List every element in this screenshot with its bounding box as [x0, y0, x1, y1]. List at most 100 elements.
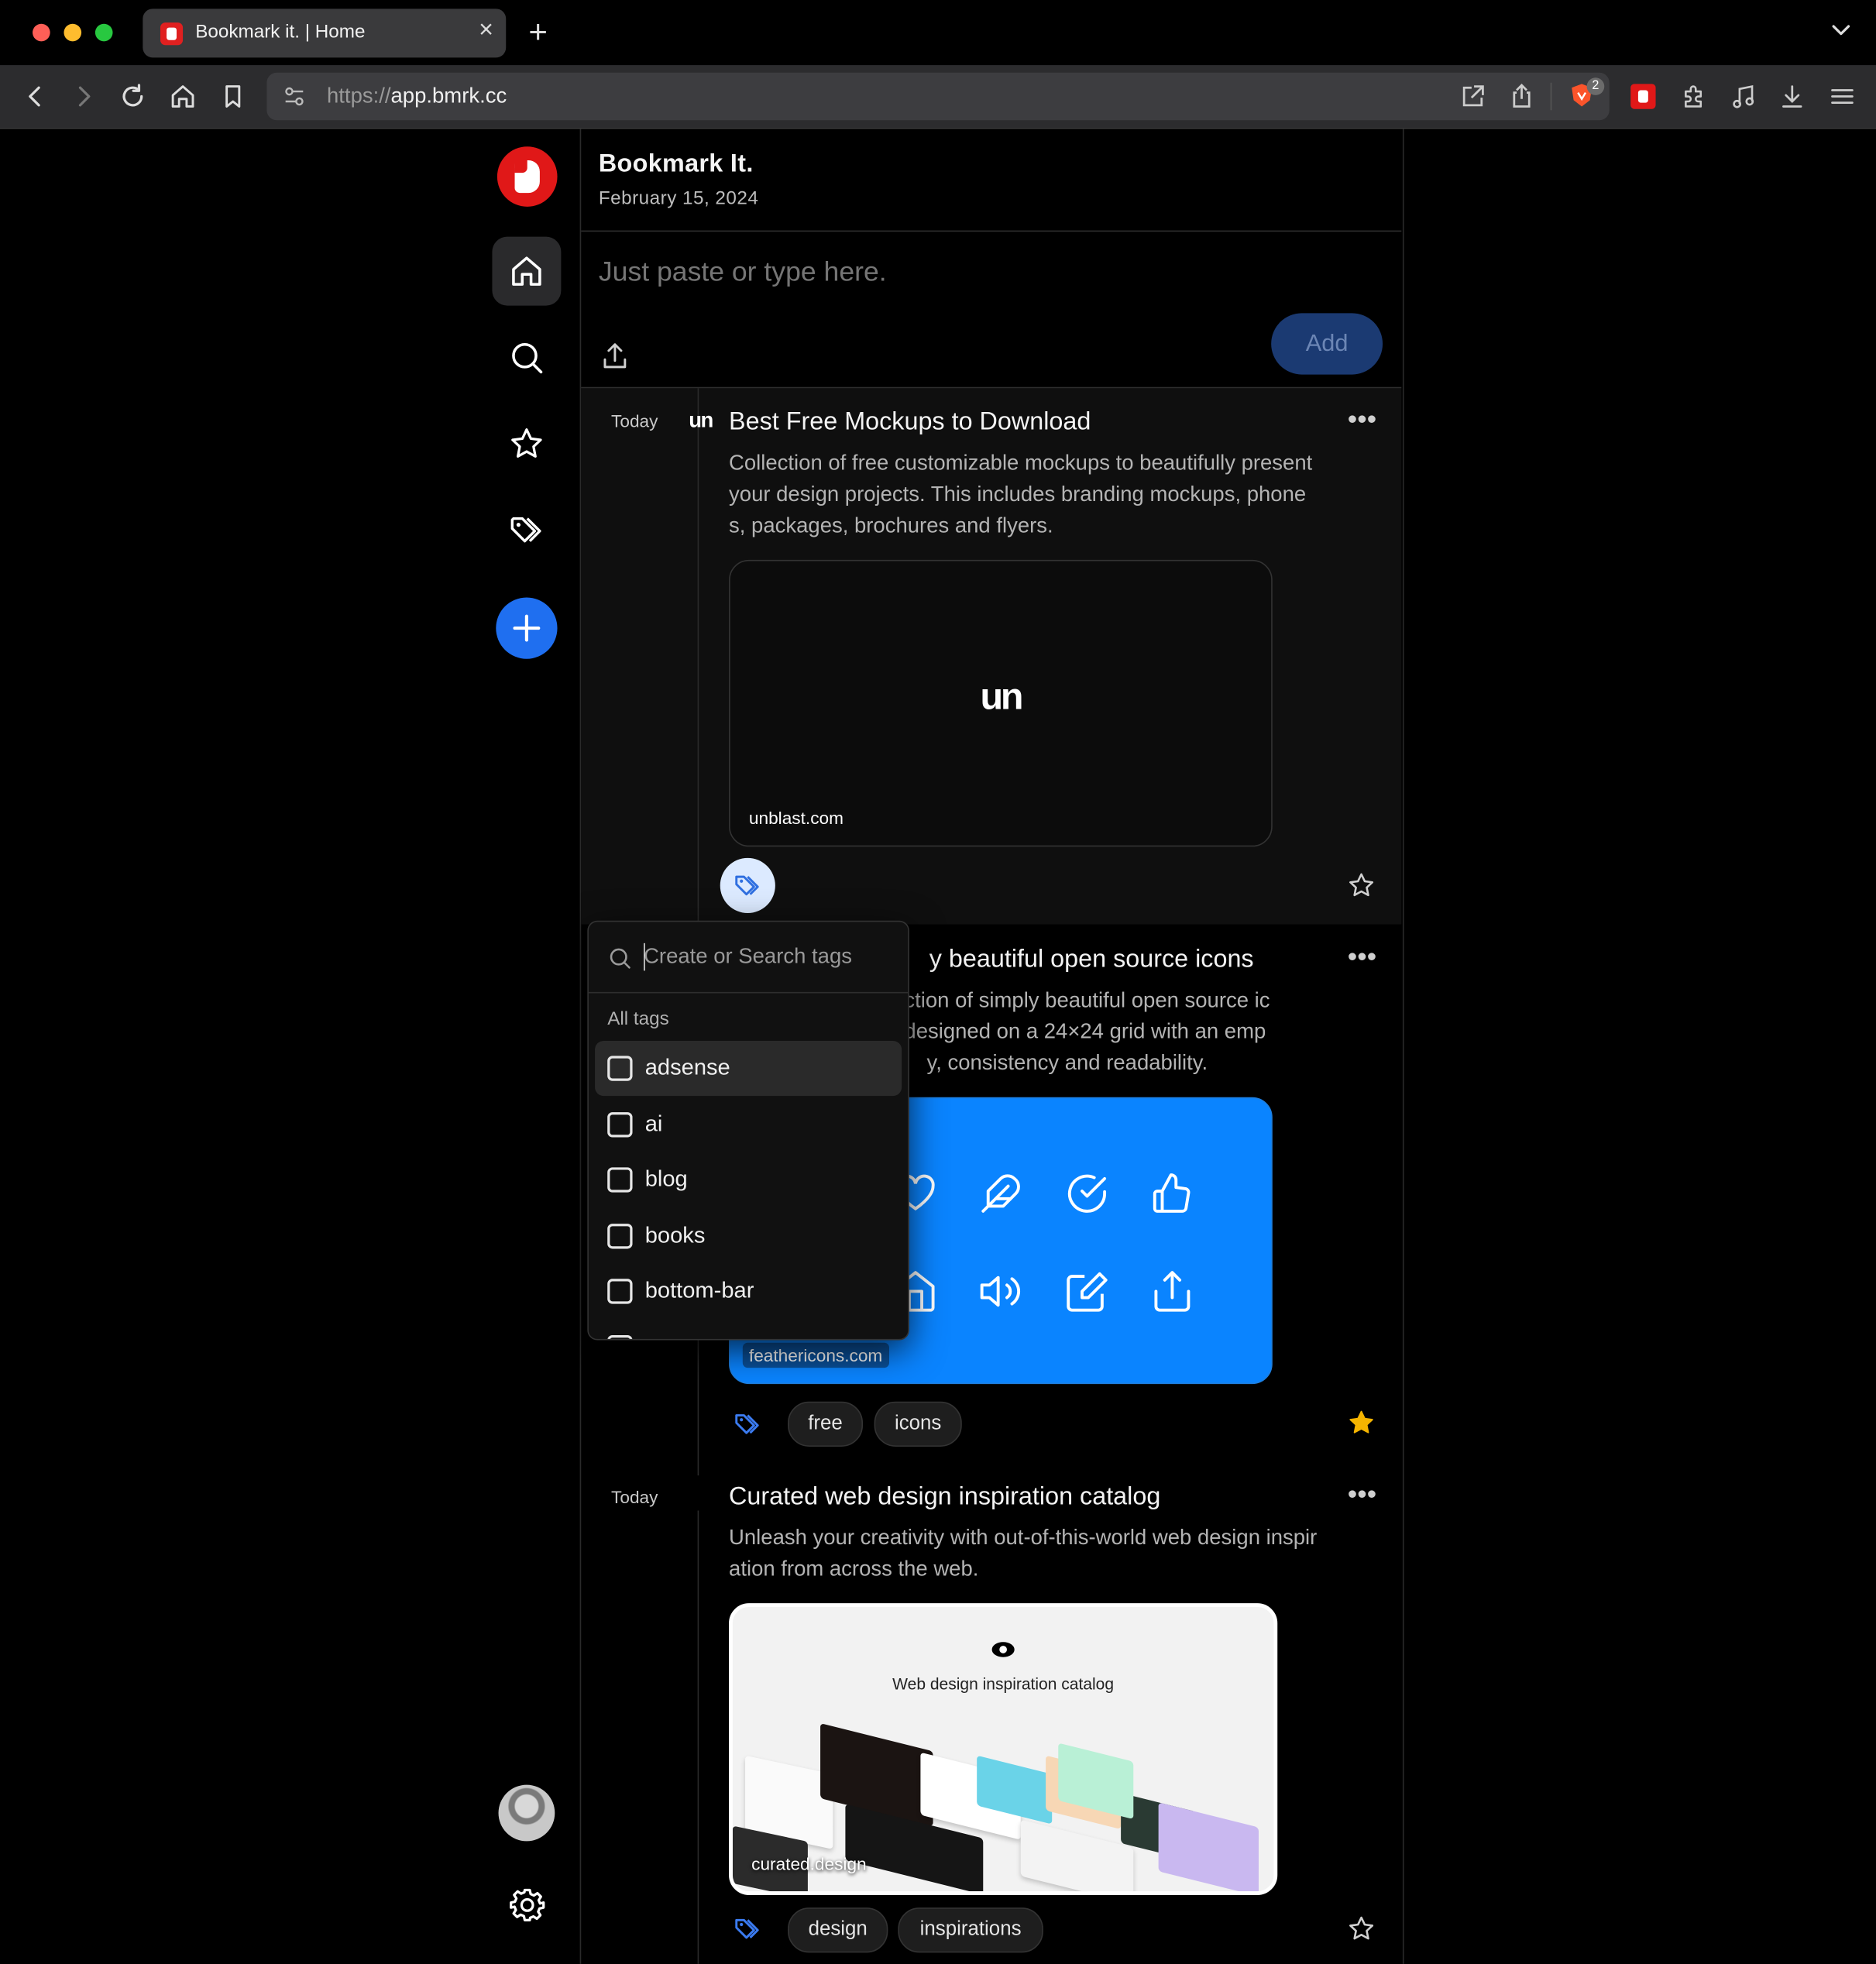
add-tag-button[interactable] — [720, 857, 775, 914]
more-options-icon[interactable]: ••• — [1348, 943, 1376, 970]
description-line: designed on a 24×24 grid with an emp — [904, 1019, 1266, 1044]
timeline-line — [697, 1510, 699, 1964]
checkbox[interactable] — [607, 1167, 633, 1193]
bookmark-title[interactable]: y beautiful open source icons — [929, 946, 1254, 974]
sidebar-favorites-button[interactable] — [492, 410, 561, 479]
extensions-icon[interactable] — [1679, 83, 1707, 111]
site-settings-icon[interactable] — [282, 84, 307, 108]
window-minimize-button[interactable] — [64, 23, 82, 42]
checkbox[interactable] — [607, 1224, 633, 1249]
sidebar-search-button[interactable] — [492, 323, 561, 392]
new-tab-button[interactable]: + — [528, 12, 548, 50]
bookmark-title[interactable]: Best Free Mockups to Download — [729, 408, 1091, 437]
header-divider — [581, 230, 1402, 232]
toolbar-divider — [1550, 82, 1552, 111]
reload-icon[interactable] — [119, 83, 147, 111]
feather-icon — [981, 1174, 1020, 1213]
tag-option-adsense[interactable]: adsense — [595, 1040, 902, 1097]
shields-count-badge: 2 — [1586, 77, 1605, 95]
download-icon[interactable] — [1778, 83, 1806, 111]
tag-chip[interactable]: icons — [874, 1401, 962, 1447]
tag-option-label: adsense — [644, 1054, 730, 1080]
url-scheme: https:// — [327, 84, 391, 108]
checkbox[interactable] — [607, 1279, 633, 1304]
tag-option-bottom-bar[interactable]: bottom-bar — [595, 1264, 902, 1319]
more-options-icon[interactable]: ••• — [1348, 405, 1376, 433]
address-bar[interactable]: https://app.bmrk.cc — [266, 72, 1610, 121]
tag-chip[interactable]: inspirations — [898, 1907, 1043, 1953]
sidebar-tags-button[interactable] — [492, 496, 561, 565]
browser-tab-active[interactable]: Bookmark it. | Home × — [143, 9, 507, 58]
tag-icon — [735, 875, 759, 896]
tab-title: Bookmark it. | Home — [195, 21, 366, 43]
tag-search-input[interactable] — [644, 942, 895, 973]
compose-input[interactable] — [598, 255, 1351, 288]
preview-site-label: unblast.com — [748, 808, 844, 829]
menu-icon[interactable] — [1829, 83, 1857, 111]
bookmark-it-extension-icon[interactable] — [1630, 84, 1656, 109]
plus-icon — [513, 614, 541, 642]
forward-icon[interactable] — [70, 83, 98, 111]
tag-option-blog[interactable]: blog — [595, 1152, 902, 1207]
window-close-button[interactable] — [33, 23, 50, 42]
back-icon[interactable] — [21, 83, 49, 111]
tag-chip[interactable]: free — [788, 1401, 864, 1447]
tag-icon[interactable] — [734, 1915, 762, 1943]
volume-icon — [980, 1276, 1020, 1307]
favorite-star-icon[interactable] — [1348, 1915, 1376, 1943]
tags-section-label: All tags — [607, 1008, 669, 1030]
star-icon — [511, 428, 542, 458]
window-zoom-button[interactable] — [94, 23, 113, 42]
preview-site-label: curated.design — [751, 1853, 867, 1874]
open-external-icon[interactable] — [1459, 83, 1487, 111]
search-icon — [512, 342, 543, 374]
browser-tab-bar: Bookmark it. | Home × + — [0, 0, 1876, 66]
media-icon[interactable] — [1730, 83, 1757, 111]
tag-chip[interactable]: design — [788, 1907, 888, 1953]
source-logo-unblast: un — [689, 408, 713, 432]
tag-option-ai[interactable]: ai — [595, 1097, 902, 1152]
home-icon[interactable] — [169, 83, 197, 111]
app-logo[interactable] — [496, 146, 558, 207]
more-options-icon[interactable]: ••• — [1348, 1480, 1376, 1508]
checkbox[interactable] — [607, 1112, 633, 1138]
avatar[interactable] — [498, 1784, 555, 1842]
page-title: Bookmark It. — [598, 150, 754, 178]
bookmark-title[interactable]: Curated web design inspiration catalog — [729, 1483, 1160, 1512]
tag-option-label: bottom-bar — [644, 1277, 754, 1303]
edit-icon — [1067, 1272, 1108, 1312]
home-icon — [512, 256, 541, 286]
checkbox[interactable] — [607, 1335, 633, 1339]
tag-option-books[interactable]: books — [595, 1209, 902, 1264]
tag-option-label: blog — [644, 1166, 688, 1192]
thumbs-up-icon — [1153, 1173, 1191, 1213]
tag-option-partial[interactable] — [595, 1320, 902, 1339]
bookmark-preview-image[interactable]: un unblast.com — [729, 559, 1273, 847]
tags-icon — [510, 517, 541, 543]
description-line: ction of simply beautiful open source ic — [904, 988, 1270, 1012]
settings-gear-icon[interactable] — [508, 1887, 546, 1925]
sidebar-add-button[interactable] — [496, 597, 558, 659]
day-label: Today — [611, 1486, 658, 1507]
add-button[interactable]: Add — [1271, 313, 1383, 375]
eye-icon — [991, 1642, 1015, 1657]
url-text[interactable]: https://app.bmrk.cc — [327, 84, 507, 108]
day-label: Today — [611, 410, 658, 431]
tab-close-icon[interactable]: × — [479, 16, 493, 45]
bookmark-description: ction of simply beautiful open source ic… — [904, 984, 1330, 1078]
chevron-down-icon[interactable] — [1829, 18, 1854, 43]
favorite-star-icon[interactable] — [1348, 872, 1376, 900]
timeline-line — [697, 388, 699, 925]
upload-icon[interactable] — [600, 341, 630, 371]
text-cursor — [644, 943, 645, 971]
bookmark-icon[interactable] — [219, 83, 247, 111]
share-icon[interactable] — [1508, 83, 1536, 111]
sidebar-home-button[interactable] — [492, 236, 562, 306]
favorite-star-filled-icon[interactable] — [1348, 1409, 1376, 1437]
bookmark-preview-image[interactable]: Web design inspiration catalog curated.d… — [729, 1603, 1278, 1895]
dropdown-divider — [588, 991, 909, 994]
checkbox[interactable] — [607, 1056, 633, 1081]
preview-logo-text: un — [980, 676, 1024, 718]
tag-option-label: ai — [644, 1111, 663, 1136]
tag-icon[interactable] — [734, 1410, 762, 1438]
